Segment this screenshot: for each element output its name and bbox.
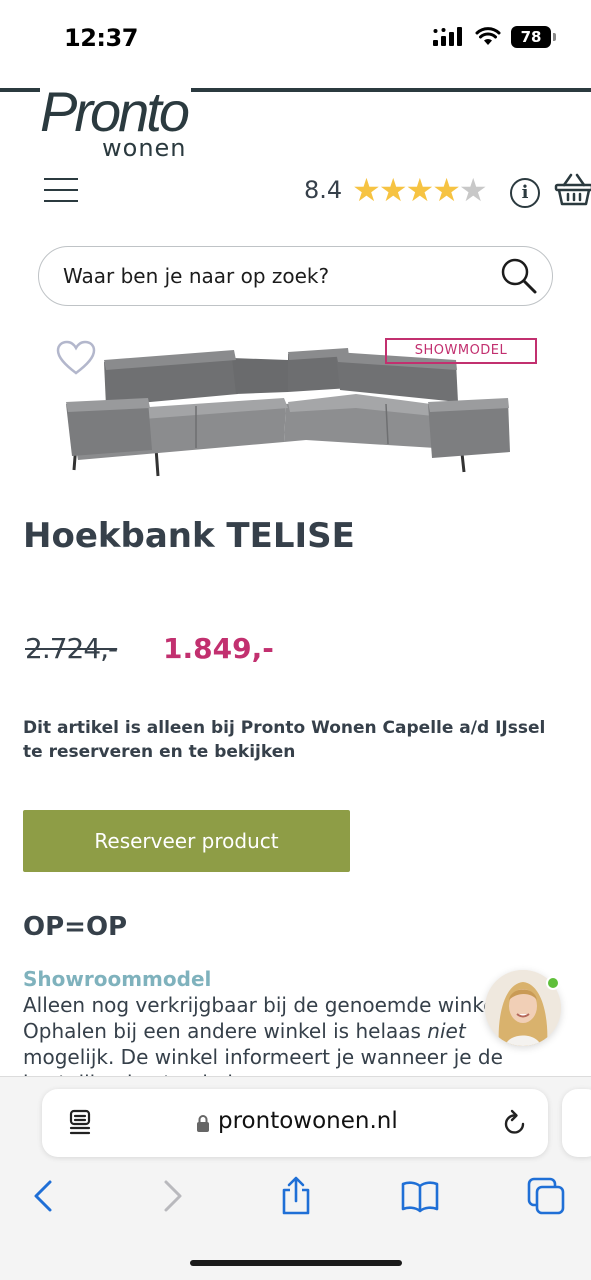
showroom-title: Showroommodel (23, 967, 212, 991)
home-indicator[interactable] (190, 1260, 402, 1266)
logo-main: Pronto (40, 82, 191, 142)
logo[interactable]: Pronto wonen (40, 82, 191, 162)
bookmarks-icon[interactable] (400, 1176, 440, 1216)
menu-line (44, 178, 78, 180)
lock-icon (197, 1115, 209, 1132)
star-icon: ★ (432, 172, 461, 208)
url-text[interactable]: prontowonen.nl (218, 1108, 398, 1134)
search-icon[interactable] (500, 257, 538, 295)
showmodel-badge: SHOWMODEL (385, 338, 537, 364)
share-icon[interactable] (276, 1176, 316, 1216)
reader-icon[interactable] (68, 1109, 94, 1137)
showroom-text-part: mogelijk. De winkel informeert je wannee… (23, 1045, 503, 1076)
reserve-product-button[interactable]: Reserveer product (23, 810, 350, 872)
tabs-icon[interactable] (526, 1176, 566, 1216)
menu-line (44, 189, 78, 191)
reload-icon[interactable] (502, 1109, 528, 1137)
battery-level: 78 (520, 28, 542, 46)
showroom-text-emphasis: niet (427, 1019, 466, 1043)
basket-icon[interactable] (554, 172, 591, 208)
menu-icon[interactable] (44, 178, 78, 202)
logo-sub: wonen (102, 134, 187, 162)
back-icon[interactable] (24, 1176, 64, 1216)
forward-icon[interactable] (152, 1176, 192, 1216)
heart-icon[interactable] (56, 340, 96, 376)
product-title: Hoekbank TELISE (23, 516, 355, 556)
status-icons: 78 (433, 26, 556, 48)
rating[interactable]: 8.4 ★★★★★ (304, 172, 488, 208)
search-input[interactable] (63, 247, 493, 304)
availability-note: Dit artikel is alleen bij Pronto Wonen C… (23, 718, 546, 762)
section-heading: OP=OP (23, 912, 128, 942)
menu-line (44, 200, 78, 202)
star-icon: ★ (405, 172, 435, 208)
star-icon: ★ (378, 172, 408, 208)
status-time: 12:37 (64, 24, 138, 52)
showroom-text: Alleen nog verkrijgbaar bij de genoemde … (23, 992, 523, 1076)
new-price: 1.849,- (163, 632, 274, 665)
rating-score: 8.4 (304, 176, 343, 204)
search-bar[interactable] (38, 246, 553, 306)
cellular-signal-icon (433, 27, 462, 46)
old-price: 2.724,- (25, 632, 118, 665)
online-status-dot (546, 976, 560, 990)
star-icon: ★ (352, 172, 381, 208)
info-icon[interactable]: i (510, 178, 540, 208)
rating-stars: ★★★★★ (352, 172, 488, 208)
wifi-icon (475, 27, 501, 45)
star-empty-icon: ★ (458, 172, 488, 208)
next-tab-preview[interactable] (562, 1089, 591, 1157)
battery-icon: 78 (511, 26, 556, 48)
status-bar: 12:37 78 (0, 0, 591, 80)
